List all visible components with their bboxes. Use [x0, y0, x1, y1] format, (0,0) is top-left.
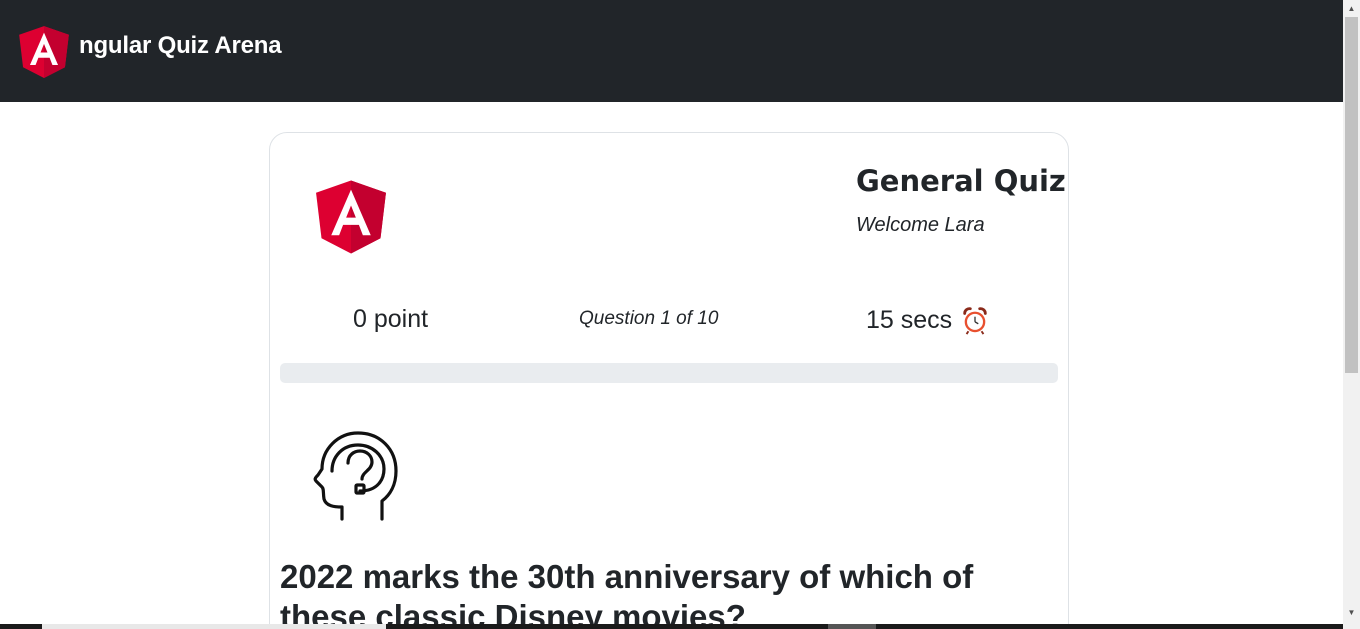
page: ngular Quiz Arena General Quiz Welcome L… [0, 0, 1360, 629]
welcome-message: Welcome Lara [856, 214, 985, 236]
quiz-card: General Quiz Welcome Lara 0 point Questi… [269, 132, 1069, 629]
timer: 15 secs [866, 305, 990, 335]
taskbar-strip-segment [42, 624, 386, 629]
alarm-clock-icon [963, 307, 987, 335]
quiz-title: General Quiz [856, 164, 1066, 198]
points-display: 0 point [353, 305, 429, 333]
app-title[interactable]: ngular Quiz Arena [79, 32, 282, 60]
angular-logo-icon [316, 180, 386, 254]
progress-bar [280, 363, 1058, 383]
timer-label: 15 secs [866, 305, 953, 334]
head-question-icon [313, 431, 398, 521]
scroll-up-arrow-icon[interactable]: ▲ [1343, 0, 1360, 17]
taskbar-strip-segment [828, 624, 876, 629]
angular-logo-icon[interactable] [17, 22, 71, 80]
scroll-down-arrow-icon[interactable]: ▼ [1343, 604, 1360, 621]
question-text: 2022 marks the 30th anniversary of which… [280, 558, 974, 629]
question-counter: Question 1 of 10 [579, 308, 719, 329]
navbar: ngular Quiz Arena [0, 0, 1343, 102]
vertical-scrollbar-thumb[interactable] [1345, 17, 1358, 373]
